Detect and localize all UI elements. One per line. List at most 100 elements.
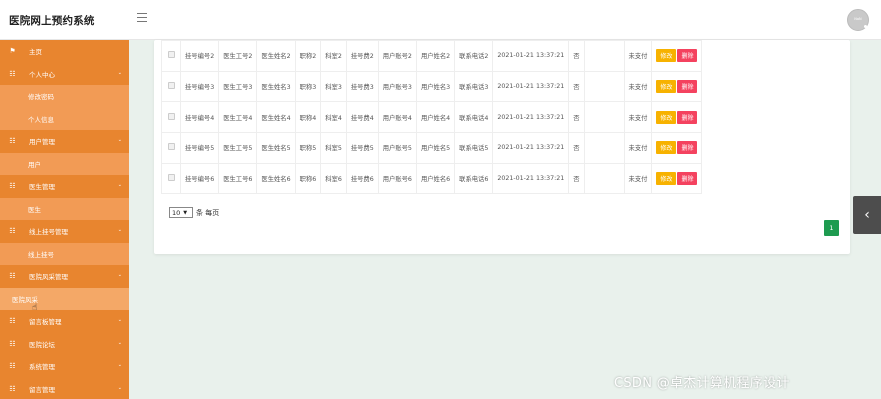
delete-button[interactable]: 删除 — [677, 172, 698, 186]
delete-button[interactable]: 删除 — [677, 110, 698, 124]
chevron-down-icon: ⌄ — [117, 362, 122, 368]
row-checkbox[interactable] — [167, 143, 175, 151]
sidebar-item-label: 医生管理 — [29, 183, 55, 192]
sidebar-item-label: 留言板管理 — [29, 318, 62, 327]
row-select-cell — [161, 132, 181, 164]
row-checkbox[interactable] — [167, 51, 175, 59]
table-cell: 科室6 — [320, 162, 347, 195]
grid-icon: ☷ — [9, 384, 16, 393]
table-cell: 医生姓名2 — [256, 40, 296, 72]
table-cell: 医生姓名5 — [256, 132, 296, 164]
sidebar-item[interactable]: ☷ 医院论坛 ⌄ — [0, 332, 129, 355]
table-cell: 用户账号3 — [377, 70, 417, 103]
chevron-left-icon: ‹ — [864, 207, 870, 223]
table-cell: 否 — [568, 132, 585, 164]
table-cell: 用户账号5 — [377, 132, 417, 164]
table-cell: 科室5 — [320, 132, 347, 164]
table-cell: 2021-01-21 13:37:21 — [492, 162, 570, 195]
edit-button[interactable]: 修改 — [656, 141, 677, 155]
page-button-current[interactable]: 1 — [824, 220, 839, 236]
sidebar-item[interactable]: ☷ 医院风采管理 ⌄ — [0, 265, 129, 288]
sidebar-item[interactable]: ☷ 线上挂号管理 ⌄ — [0, 220, 129, 243]
table-cell: 联系电话2 — [454, 40, 494, 72]
sidebar-item-label: 留言管理 — [29, 385, 55, 394]
table-cell: 挂号费3 — [345, 70, 379, 103]
sidebar-item[interactable]: ☷ 留言管理 ⌄ — [0, 377, 129, 399]
table-cell: 挂号费6 — [345, 162, 379, 195]
row-select-cell — [161, 162, 181, 195]
table-cell: 医生工号5 — [218, 132, 258, 164]
sidebar-item[interactable]: 修改密码 — [0, 85, 129, 108]
sidebar-item[interactable]: ☷ 个人中心 ⌄ — [0, 62, 129, 85]
table-cell: 联系电话4 — [454, 101, 494, 134]
sidebar-item[interactable]: ☷ 系统管理 ⌄ — [0, 355, 129, 378]
table-cell: 挂号编号4 — [179, 101, 220, 134]
table-cell: 职称4 — [294, 101, 322, 134]
table-cell: 联系电话3 — [454, 70, 494, 103]
side-panel-toggle[interactable]: ‹ — [853, 196, 881, 234]
sidebar-item-label: 医院风采管理 — [29, 273, 68, 282]
edit-button[interactable]: 修改 — [656, 49, 677, 63]
table-cell: 否 — [568, 101, 585, 134]
table-cell: 用户姓名5 — [415, 132, 456, 164]
table-cell: 医生姓名3 — [256, 70, 296, 103]
chevron-down-icon: ▼ — [183, 209, 188, 216]
flag-icon: ⚑ — [9, 47, 16, 56]
edit-button[interactable]: 修改 — [656, 80, 677, 94]
sidebar-item[interactable]: 线上挂号 — [0, 242, 129, 265]
table-cell: 未支付 — [623, 40, 653, 72]
table-cell — [583, 40, 625, 72]
table-cell — [583, 101, 625, 134]
table-cell: 职称3 — [294, 70, 322, 103]
row-actions: 修改 删除 — [651, 162, 703, 195]
chevron-down-icon: ⌄ — [117, 137, 122, 143]
grid-icon: ☷ — [9, 227, 16, 236]
edit-button[interactable]: 修改 — [656, 172, 677, 186]
menu-toggle-icon[interactable] — [137, 13, 147, 22]
delete-button[interactable]: 删除 — [677, 80, 698, 94]
table-cell: 用户姓名6 — [415, 162, 456, 195]
chevron-down-icon: ⌄ — [117, 182, 122, 188]
sidebar-item[interactable]: ☷ 用户管理 ⌄ — [0, 130, 129, 153]
table-cell: 用户账号2 — [377, 40, 417, 72]
avatar-status-dot — [864, 25, 867, 28]
sidebar-item[interactable]: 医院风采 — [0, 287, 129, 310]
edit-button[interactable]: 修改 — [656, 110, 677, 124]
sidebar-item[interactable]: ☷ 医生管理 ⌄ — [0, 175, 129, 198]
delete-button[interactable]: 删除 — [677, 141, 698, 155]
chevron-down-icon: ⌄ — [117, 317, 122, 323]
table-row: 挂号编号4 医生工号4 医生姓名4 职称4 科室4 挂号费4 用户账号4 用户姓名4 联系电话4… — [161, 101, 703, 134]
grid-icon: ☷ — [9, 137, 16, 146]
table-cell: 医生姓名6 — [256, 162, 296, 195]
table-cell: 否 — [568, 70, 585, 103]
table-cell: 联系电话5 — [454, 132, 494, 164]
sidebar-item-label: 个人信息 — [28, 115, 54, 124]
table-cell: 挂号费4 — [345, 101, 379, 134]
top-bar: 医院网上预约系统 NaN — [0, 0, 881, 40]
delete-button[interactable]: 删除 — [677, 49, 698, 63]
table-cell: 2021-01-21 13:37:21 — [492, 40, 570, 72]
chevron-down-icon: ⌄ — [117, 272, 122, 278]
row-select-cell — [161, 70, 181, 103]
sidebar-item[interactable]: ☷ 留言板管理 ⌄ — [0, 310, 129, 333]
data-table: 挂号编号2 医生工号2 医生姓名2 职称2 科室2 挂号费2 用户账号2 用户姓名2 联系电话2… — [161, 40, 703, 195]
table-cell: 用户账号6 — [377, 162, 417, 195]
table-cell: 科室2 — [320, 40, 347, 72]
page-size-select[interactable]: 10 ▼ — [169, 207, 193, 218]
table-cell: 医生姓名4 — [256, 101, 296, 134]
table-cell: 挂号编号3 — [179, 70, 220, 103]
sidebar-item[interactable]: 医生 — [0, 197, 129, 220]
sidebar: ⚑ 主页 ☷ 个人中心 ⌄ 修改密码个人信息 ☷ 用户管理 ⌄ 用户 ☷ 医生管理 ⌄ 医生 ☷ 线上挂号管理… — [0, 40, 129, 399]
table-card: 挂号编号2 医生工号2 医生姓名2 职称2 科室2 挂号费2 用户账号2 用户姓名2 联系电话2… — [154, 40, 850, 254]
sidebar-item[interactable]: 个人信息 — [0, 107, 129, 130]
sidebar-item[interactable]: ⚑ 主页 — [0, 40, 129, 63]
sidebar-item[interactable]: 用户 — [0, 152, 129, 175]
avatar[interactable]: NaN — [847, 9, 869, 31]
table-cell: 联系电话6 — [454, 162, 494, 195]
sidebar-item-label: 医生 — [28, 205, 41, 214]
row-checkbox[interactable] — [167, 112, 175, 120]
row-checkbox[interactable] — [167, 174, 175, 182]
grid-icon: ☷ — [9, 182, 16, 191]
row-checkbox[interactable] — [167, 82, 175, 90]
grid-icon: ☷ — [9, 339, 16, 348]
